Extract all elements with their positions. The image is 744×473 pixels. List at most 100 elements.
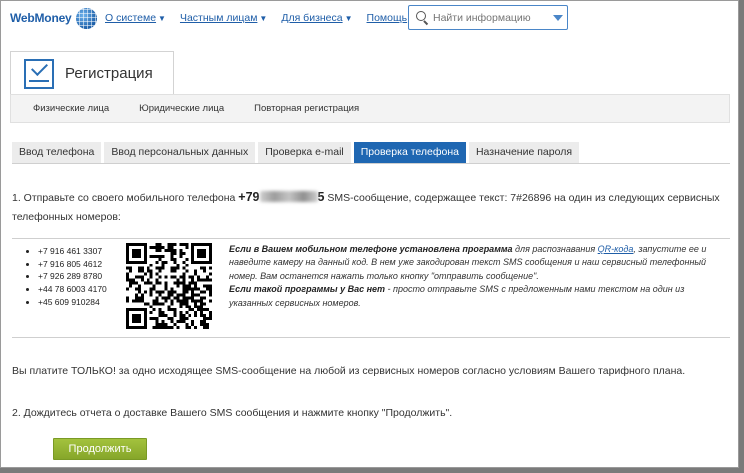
qr-module	[137, 266, 141, 270]
qr-module	[137, 243, 141, 246]
qr-module	[152, 287, 156, 291]
webmoney-logo[interactable]: WebMoney	[10, 7, 97, 29]
menu-item-about[interactable]: О системе ▼	[105, 12, 166, 24]
registration-steps: Ввод телефона Ввод персональных данных П…	[12, 142, 580, 163]
qr-module	[140, 308, 144, 312]
step-personal-data[interactable]: Ввод персональных данных	[104, 142, 256, 163]
qr-module	[203, 284, 207, 288]
step-phone-check[interactable]: Проверка телефона	[353, 142, 466, 163]
qr-module	[182, 299, 186, 303]
qr-module	[188, 284, 192, 288]
qr-module	[209, 299, 212, 303]
qr-module	[200, 308, 204, 312]
qr-code-link[interactable]: QR-кода	[598, 244, 634, 254]
qr-module	[179, 281, 183, 285]
step-email-check[interactable]: Проверка e-mail	[258, 142, 351, 163]
qr-module	[179, 293, 183, 297]
qr-module	[176, 293, 180, 297]
qr-module	[203, 278, 207, 282]
qr-module	[158, 269, 162, 273]
qr-module	[200, 266, 204, 270]
subnav-legal-entities[interactable]: Юридические лица	[139, 103, 224, 114]
qr-module	[197, 305, 201, 309]
qr-module	[185, 323, 189, 327]
qr-module	[179, 305, 183, 309]
qr-module	[197, 299, 201, 303]
qr-module	[131, 254, 135, 258]
qr-module	[179, 243, 183, 246]
qr-module	[149, 245, 153, 249]
qr-module	[209, 251, 212, 255]
qr-module	[152, 254, 156, 258]
qr-module	[200, 323, 204, 327]
qr-module	[155, 272, 159, 276]
qr-module	[143, 281, 147, 285]
qr-module	[128, 278, 132, 282]
qr-module	[155, 260, 159, 264]
continue-button[interactable]: Продолжить	[53, 438, 147, 460]
qr-module	[188, 314, 192, 318]
qr-module	[185, 284, 189, 288]
qr-module	[143, 314, 147, 318]
qr-module	[161, 311, 165, 315]
menu-item-business[interactable]: Для бизнеса ▼	[281, 12, 352, 24]
qr-module	[143, 248, 147, 252]
search-icon[interactable]	[413, 9, 431, 27]
subnav-re-registration[interactable]: Повторная регистрация	[254, 103, 359, 114]
menu-item-label: О системе	[105, 12, 157, 24]
qr-module	[209, 311, 212, 315]
qr-module	[176, 326, 180, 329]
qr-module	[143, 272, 147, 276]
list-item: +44 78 6003 4170	[26, 283, 107, 296]
qr-module	[206, 317, 210, 321]
qr-module	[197, 275, 201, 279]
qr-module	[134, 308, 138, 312]
qr-module	[194, 287, 198, 291]
qr-module	[191, 296, 195, 300]
qr-module	[164, 275, 168, 279]
qr-module	[134, 248, 138, 252]
qr-module	[158, 243, 162, 246]
qr-module	[126, 278, 129, 282]
qr-module	[173, 323, 177, 327]
qr-module	[134, 317, 138, 321]
menu-item-private[interactable]: Частным лицам ▼	[180, 12, 267, 24]
qr-module	[126, 323, 129, 327]
qr-module	[197, 251, 201, 255]
qr-module	[161, 320, 165, 324]
qr-module	[173, 290, 177, 294]
qr-module	[182, 272, 186, 276]
qr-module	[203, 266, 207, 270]
qr-module	[203, 296, 207, 300]
qr-module	[197, 287, 201, 291]
qr-module	[140, 326, 144, 329]
qr-module	[170, 266, 174, 270]
qr-module	[209, 254, 212, 258]
qr-module	[194, 260, 198, 264]
qr-instructions-text: для распознавания	[512, 244, 598, 254]
qr-module	[126, 251, 129, 255]
qr-module	[203, 317, 207, 321]
search-input[interactable]	[431, 11, 543, 24]
qr-module	[194, 311, 198, 315]
qr-module	[140, 293, 144, 297]
qr-module	[179, 302, 183, 306]
qr-module	[126, 317, 129, 321]
step-phone-input[interactable]: Ввод телефона	[12, 142, 102, 163]
qr-module	[134, 320, 138, 324]
qr-module	[182, 278, 186, 282]
globe-icon	[75, 7, 97, 29]
step-set-password[interactable]: Назначение пароля	[468, 142, 580, 163]
qr-module	[158, 302, 162, 306]
qr-module	[182, 317, 186, 321]
qr-module	[155, 245, 159, 249]
qr-module	[173, 269, 177, 273]
subnav-individuals[interactable]: Физические лица	[33, 103, 109, 114]
search-dropdown-icon[interactable]	[553, 14, 563, 21]
qr-module	[191, 278, 195, 282]
qr-module	[200, 278, 204, 282]
qr-module	[152, 299, 156, 303]
qr-module	[167, 245, 171, 249]
qr-module	[200, 305, 204, 309]
qr-module	[182, 293, 186, 297]
